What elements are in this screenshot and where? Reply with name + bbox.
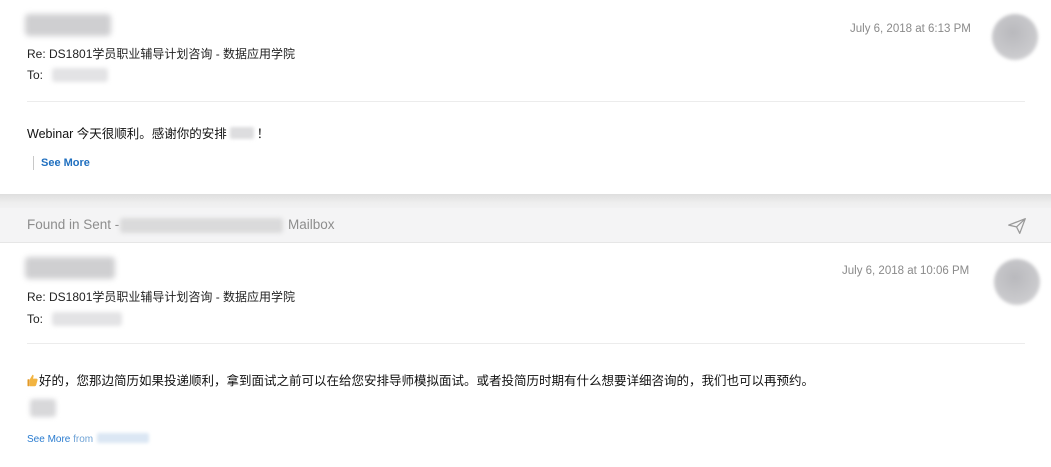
found-in-label: Found in Sent - [27,217,120,232]
signature-redacted [30,399,56,417]
to-label: To: [27,312,44,326]
message-body-text: 好的，您那边简历如果投递顺利，拿到面试之前可以在给您安排导师模拟面试。或者投简历… [39,374,815,388]
recipient-redacted [52,312,122,326]
message-body: 好的，您那边简历如果投递顺利，拿到面试之前可以在给您安排导师模拟面试。或者投简历… [27,370,814,389]
see-more-divider [33,156,34,170]
message-card-1[interactable]: Re: DS1801学员职业辅导计划咨询 - 数据应用学院 To: July 6… [0,0,1051,194]
message-body-text: Webinar 今天很顺利。感谢你的安排 [27,127,227,141]
sender-avatar [992,14,1038,60]
message-body: Webinar 今天很顺利。感谢你的安排 ！ [27,123,269,142]
from-label: from [73,434,94,445]
from-redacted [97,433,150,443]
thumbs-up-icon [27,374,38,387]
header-divider [27,101,1025,102]
message-subject: Re: DS1801学员职业辅导计划咨询 - 数据应用学院 [27,47,296,61]
name-redacted [229,127,254,139]
message-date: July 6, 2018 at 10:06 PM [842,265,970,277]
sender-name-redacted [25,14,111,36]
found-in-sent-bar: Found in Sent - Mailbox [0,208,1051,243]
message-card-2[interactable]: Re: DS1801学员职业辅导计划咨询 - 数据应用学院 To: July 6… [0,243,1051,467]
account-redacted [120,218,283,233]
recipient-redacted [52,68,108,82]
see-more-label[interactable]: See More [27,434,70,445]
header-divider [27,343,1025,344]
sender-avatar [994,259,1040,305]
to-label: To: [27,68,44,82]
message-subject: Re: DS1801学员职业辅导计划咨询 - 数据应用学院 [27,290,296,304]
sender-name-redacted [25,257,115,279]
paper-plane-icon[interactable] [1006,215,1028,237]
see-more-link[interactable]: See More [41,157,90,169]
message-date: July 6, 2018 at 6:13 PM [850,23,971,35]
see-more-link[interactable]: See More from [27,433,150,445]
card-separator [0,194,1051,208]
mailbox-label: Mailbox [288,217,335,232]
mail-search-results: Re: DS1801学员职业辅导计划咨询 - 数据应用学院 To: July 6… [0,0,1051,467]
message-body-end: ！ [256,127,270,141]
